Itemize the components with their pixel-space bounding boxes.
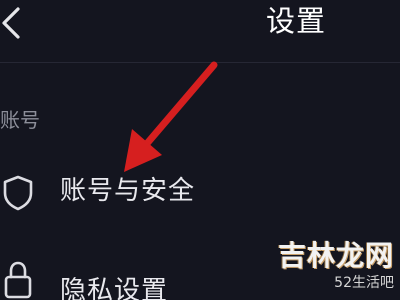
watermark-subtext: 52生活吧 (334, 275, 394, 291)
watermark-brand: 吉林龙网 (277, 239, 394, 272)
chevron-left-icon (2, 7, 20, 39)
watermark: 吉林龙网 52生活吧 (264, 240, 394, 298)
menu-item-label: 隐私设置 (60, 276, 169, 300)
lock-icon (0, 259, 36, 299)
section-label-account: 账号 (0, 108, 40, 132)
top-bar: 设置 (0, 0, 400, 50)
shield-icon (0, 172, 36, 212)
settings-screen: 设置 账号 账号与安全 隐私设置 吉林龙网 52生活吧 (0, 0, 400, 300)
red-arrow-annotation (124, 61, 218, 172)
back-button[interactable] (0, 5, 30, 41)
page-title: 设置 (266, 4, 327, 38)
